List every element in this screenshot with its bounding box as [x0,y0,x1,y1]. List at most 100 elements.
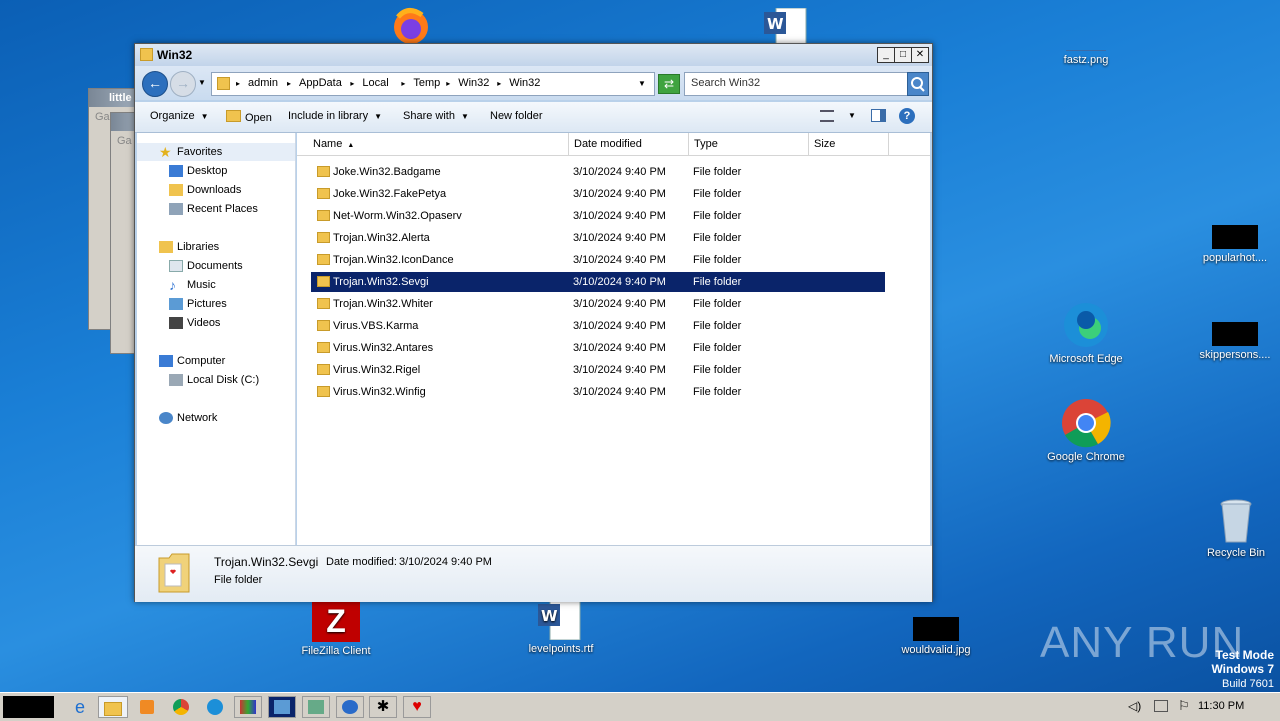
start-button[interactable] [3,696,54,718]
nav-item-network[interactable]: Network [137,409,295,427]
desktop-icon-skipperson[interactable]: skippersons.... [1190,322,1280,361]
breadcrumb-separator-icon[interactable]: ▸ [401,79,405,88]
app-taskbar-button[interactable] [268,696,296,718]
file-type: File folder [693,166,742,178]
breadcrumb-item[interactable]: Local [362,77,388,89]
refresh-button[interactable]: ⇄ [658,74,680,94]
breadcrumb-separator-icon[interactable]: ▸ [497,79,501,88]
chevron-down-icon: ▼ [460,112,469,121]
breadcrumb-separator-icon[interactable]: ▸ [350,79,354,88]
file-row[interactable]: Virus.VBS.Karma 3/10/2024 9:40 PM File fol… [311,316,885,336]
breadcrumb-item[interactable]: AppData [299,77,342,89]
ie-icon[interactable]: e [66,696,94,718]
nav-item-pictures[interactable]: Pictures [137,295,295,313]
open-button[interactable]: Open [226,110,272,124]
folder-icon [317,166,330,177]
maximize-button[interactable]: □ [894,47,912,63]
breadcrumb-item[interactable]: Win32 [509,77,540,89]
minimize-button[interactable]: _ [877,47,895,63]
word-doc-icon[interactable]: W [764,7,810,45]
desktop-icon-chrome[interactable]: Google Chrome [1041,398,1131,463]
file-row[interactable]: Trojan.Win32.Alerta 3/10/2024 9:40 PM File… [311,228,885,248]
file-row[interactable]: Joke.Win32.Badgame 3/10/2024 9:40 PM File … [311,162,885,182]
title-bar[interactable]: Win32 _ □ ✕ [135,44,932,66]
breadcrumb-separator-icon[interactable]: ▸ [236,79,240,88]
file-row[interactable]: Virus.Win32.Rigel 3/10/2024 9:40 PM File f… [311,360,885,380]
nav-item-downloads[interactable]: Downloads [137,181,295,199]
back-button[interactable]: ← [142,71,168,97]
column-header-type[interactable]: Type [689,133,809,155]
view-options-icon[interactable] [820,110,834,122]
desktop-icon-wouldvalid[interactable]: wouldvalid.jpg [891,617,981,656]
nav-item-music[interactable]: ♪ Music [137,276,295,294]
address-row: ← → ▼ ▸ admin ▸ AppData ▸ Local ▸ Temp ▸ Win32 ▸ Wi… [135,66,932,100]
nav-item-videos[interactable]: Videos [137,314,295,332]
app-taskbar-button[interactable] [302,696,330,718]
file-row[interactable]: Trojan.Win32.Sevgi 3/10/2024 9:40 PM File … [311,272,885,292]
share-with-label: Share with [403,110,455,122]
file-row[interactable]: Net-Worm.Win32.Opaserv 3/10/2024 9:40 PM F… [311,206,885,226]
file-type: File folder [693,298,742,310]
column-header-name[interactable]: Name ▲ [308,133,569,155]
firefox-icon[interactable] [388,5,434,45]
desktop-icon-label: Microsoft Edge [1049,353,1123,365]
edge-taskbar-icon[interactable] [201,696,229,718]
forward-button[interactable]: → [170,71,196,97]
desktop-icon-levelpoints[interactable]: W levelpoints.rtf [516,599,606,655]
nav-item-local-disk[interactable]: Local Disk (C:) [137,371,295,389]
word-doc-icon: W [538,599,584,641]
media-player-icon[interactable] [133,696,161,718]
file-row[interactable]: Joke.Win32.FakePetya 3/10/2024 9:40 PM Fil… [311,184,885,204]
file-row[interactable]: Trojan.Win32.IconDance 3/10/2024 9:40 PM F… [311,250,885,270]
nav-item-libraries[interactable]: Libraries [137,238,295,256]
image-thumbnail-icon [1212,225,1258,249]
desktop-icon-recycle-bin[interactable]: Recycle Bin [1191,498,1280,559]
nav-item-computer[interactable]: Computer [137,352,295,370]
nav-item-recent-places[interactable]: Recent Places [137,200,295,218]
flag-icon[interactable]: ⚐ [1178,698,1190,714]
clock[interactable]: 11:30 PM [1198,700,1244,712]
nav-item-desktop[interactable]: Desktop [137,162,295,180]
libraries-icon [159,241,173,253]
chevron-down-icon[interactable]: ▼ [848,111,856,120]
file-row[interactable]: Virus.Win32.Winfig 3/10/2024 9:40 PM File … [311,382,885,402]
column-header-date[interactable]: Date modified [569,133,689,155]
app-taskbar-button[interactable] [234,696,262,718]
file-row[interactable]: Virus.Win32.Antares 3/10/2024 9:40 PM File… [311,338,885,358]
close-button[interactable]: ✕ [911,47,929,63]
app-taskbar-button[interactable]: ✱ [369,696,397,718]
explorer-taskbar-icon[interactable] [98,696,128,718]
history-dropdown-icon[interactable]: ▼ [198,78,206,87]
explorer-window[interactable]: Win32 _ □ ✕ ← → ▼ ▸ admin ▸ AppData ▸ Local ▸ T… [134,43,933,602]
breadcrumb-item[interactable]: admin [248,77,278,89]
desktop-icon-filezilla[interactable]: Z FileZilla Client [291,600,381,657]
search-button[interactable] [907,72,929,96]
folder-icon [317,364,330,375]
search-input[interactable]: Search Win32 [684,72,908,96]
nav-item-favorites[interactable]: ★ Favorites [137,143,295,161]
volume-icon[interactable]: ◁) [1128,699,1141,713]
breadcrumb-item[interactable]: Win32 [458,77,489,89]
chrome-taskbar-icon[interactable] [167,696,195,718]
new-folder-button[interactable]: New folder [490,110,543,122]
network-tray-icon[interactable] [1154,700,1168,712]
breadcrumb-item[interactable]: Temp [413,77,440,89]
file-row[interactable]: Trojan.Win32.Whiter 3/10/2024 9:40 PM File… [311,294,885,314]
desktop-icon-fastz[interactable]: fastz.png [1041,30,1131,66]
breadcrumb-separator-icon[interactable]: ▸ [287,79,291,88]
help-icon[interactable]: ? [899,108,915,124]
heart-app-taskbar-button[interactable]: ♥ [403,696,431,718]
organize-button[interactable]: Organize ▼ [150,110,209,122]
desktop-icon-edge[interactable]: Microsoft Edge [1041,300,1131,365]
share-with-button[interactable]: Share with ▼ [403,110,469,122]
nav-item-documents[interactable]: Documents [137,257,295,275]
breadcrumb-separator-icon[interactable]: ▸ [446,79,450,88]
column-header-size[interactable]: Size [809,133,889,155]
desktop-icon-popularhot[interactable]: popularhot.... [1190,225,1280,264]
address-dropdown-icon[interactable]: ▼ [638,79,646,88]
preview-pane-icon[interactable] [871,109,886,122]
include-in-library-button[interactable]: Include in library ▼ [288,110,382,122]
app-taskbar-button[interactable] [336,696,364,718]
address-bar[interactable]: ▸ admin ▸ AppData ▸ Local ▸ Temp ▸ Win32 ▸ Win32 ▼ [211,72,655,96]
window-title: Win32 [157,48,193,62]
